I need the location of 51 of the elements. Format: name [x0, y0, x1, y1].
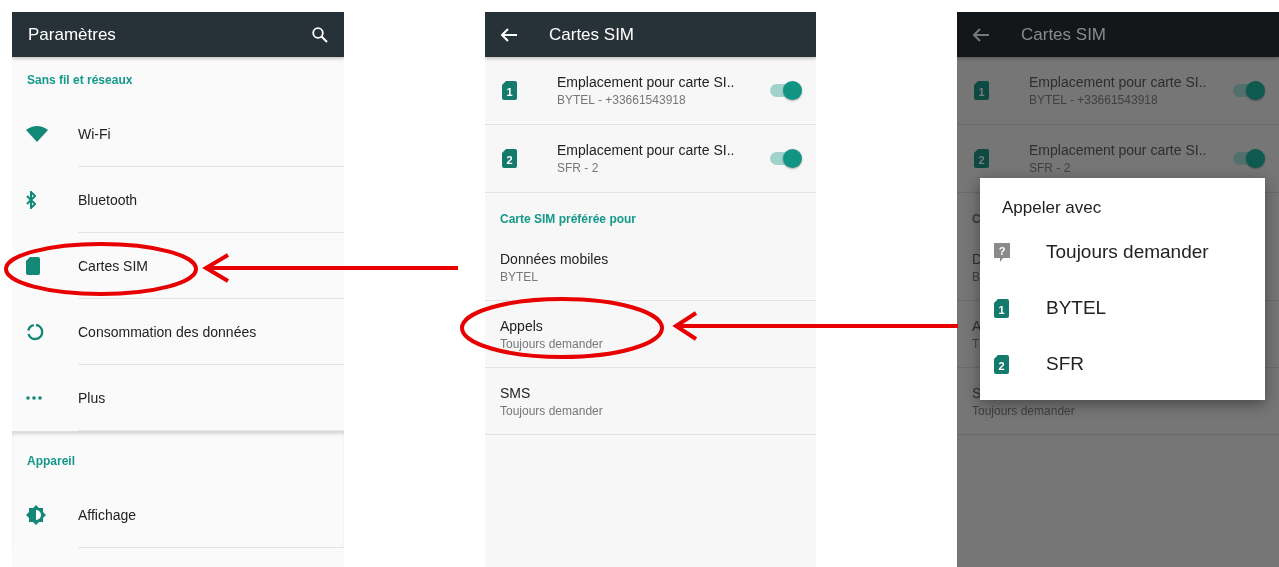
sim-card-icon: 1 — [502, 81, 517, 100]
dialog-option[interactable]: ? Toujours demander — [980, 224, 1265, 280]
screen-title: Cartes SIM — [1021, 24, 1108, 45]
sim-card-icon: 1 — [994, 298, 1009, 318]
preference-item[interactable]: Appels Toujours demander — [485, 301, 816, 368]
data-usage-icon — [26, 323, 44, 341]
settings-item[interactable]: Affichage — [12, 482, 344, 548]
sim-card-icon: 2 — [502, 149, 517, 168]
toggle-switch[interactable] — [770, 84, 800, 97]
search-icon[interactable] — [312, 26, 328, 43]
section-header: C — [971, 211, 982, 228]
sim-slot-item[interactable]: 2 Emplacement pour carte SI.. SFR - 2 — [485, 125, 816, 193]
settings-item[interactable]: Plus — [12, 365, 344, 431]
sim-slot-detail: SFR - 2 — [557, 161, 600, 175]
preference-title: Données mobiles — [500, 250, 610, 267]
section-header: Carte SIM préférée pour — [499, 211, 638, 228]
settings-item[interactable]: Cartes SIM — [12, 233, 344, 299]
section-header: Appareil — [26, 453, 76, 470]
brightness-icon — [26, 505, 46, 525]
sim-card-icon — [26, 257, 40, 275]
settings-item[interactable]: Bluetooth — [12, 167, 344, 233]
sim-slot-title: Emplacement pour carte SI.. — [557, 142, 736, 158]
sim-slot-item[interactable]: 1 Emplacement pour carte SI.. BYTEL - +33661543918 — [485, 57, 816, 125]
sim-card-icon: 1 — [974, 81, 989, 100]
sim-slot-title: Emplacement pour carte SI.. — [557, 74, 736, 90]
bluetooth-icon — [26, 191, 36, 209]
toggle-switch[interactable] — [1233, 152, 1263, 165]
dialog-option[interactable]: 1 BYTEL — [980, 280, 1265, 336]
dialog-title: Appeler avec — [1001, 198, 1103, 219]
section-header: Sans fil et réseaux — [26, 72, 134, 89]
sim-card-icon: 2 — [994, 354, 1009, 374]
screen-title: Cartes SIM — [549, 24, 636, 45]
preference-title: Appels — [500, 317, 544, 334]
preference-value: Toujours demander — [500, 336, 604, 351]
preference-value: Toujours demander — [500, 403, 604, 418]
toggle-switch[interactable] — [770, 152, 800, 165]
sim-slot-title: Emplacement pour carte SI.. — [1029, 142, 1208, 158]
more-dots-icon — [26, 396, 42, 400]
preference-value: BYTEL — [500, 269, 539, 284]
preference-item[interactable]: Données mobiles BYTEL — [485, 234, 816, 301]
sim-card-icon: 2 — [974, 149, 989, 168]
question-mark-icon: ? — [994, 242, 1010, 262]
wifi-icon — [26, 126, 48, 142]
toggle-switch[interactable] — [1233, 84, 1263, 97]
settings-item[interactable]: Consommation des données — [12, 299, 344, 365]
screen-title: Paramètres — [28, 24, 117, 45]
preference-title: SMS — [500, 384, 532, 401]
settings-item[interactable]: Wi-Fi — [12, 101, 344, 167]
preference-item[interactable]: SMS Toujours demander — [485, 368, 816, 435]
sim-slot-detail: BYTEL - +33661543918 — [557, 93, 687, 107]
sim-slot-title: Emplacement pour carte SI.. — [1029, 74, 1208, 90]
